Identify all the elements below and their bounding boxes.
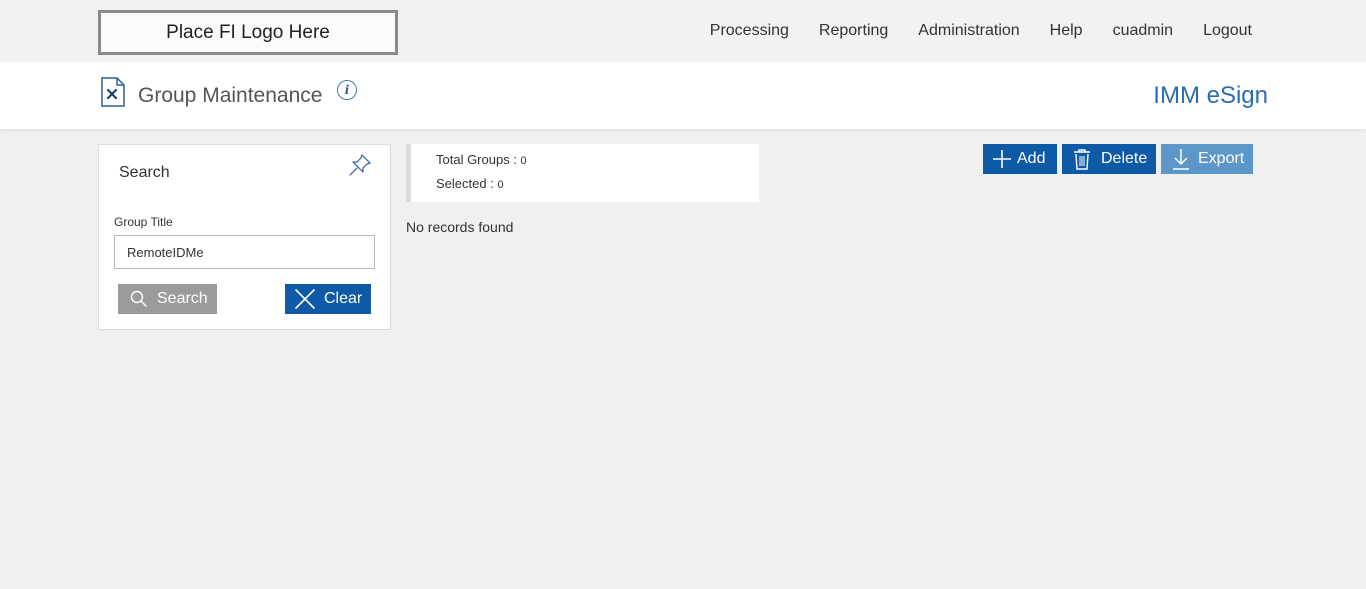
document-settings-icon <box>101 77 125 107</box>
selected-count: Selected : 0 <box>436 176 504 191</box>
download-icon <box>1173 149 1189 170</box>
delete-button[interactable]: Delete <box>1062 144 1156 174</box>
title-bar: Group Maintenance i IMM eSign <box>0 62 1366 129</box>
selected-value: 0 <box>497 179 504 191</box>
nav-logout[interactable]: Logout <box>1203 22 1252 40</box>
export-button-label: Export <box>1198 150 1245 167</box>
total-groups: Total Groups : 0 <box>436 152 527 167</box>
export-button[interactable]: Export <box>1161 144 1253 174</box>
nav-help[interactable]: Help <box>1050 22 1083 40</box>
nav-reporting[interactable]: Reporting <box>819 22 888 40</box>
search-heading: Search <box>119 164 170 181</box>
clear-button-label: Clear <box>324 290 363 307</box>
app-brand: IMM eSign <box>1153 82 1268 109</box>
search-button-label: Search <box>157 290 208 307</box>
add-button[interactable]: Add <box>983 144 1057 174</box>
search-icon <box>130 290 147 307</box>
page-title: Group Maintenance <box>138 84 323 107</box>
add-button-label: Add <box>1017 150 1046 167</box>
search-button[interactable]: Search <box>118 284 217 314</box>
clear-button[interactable]: Clear <box>285 284 371 314</box>
nav-administration[interactable]: Administration <box>918 22 1019 40</box>
delete-button-label: Delete <box>1101 150 1148 167</box>
empty-message: No records found <box>406 219 514 235</box>
group-title-label: Group Title <box>114 215 173 229</box>
main-nav: Processing Reporting Administration Help… <box>710 22 1252 40</box>
summary-panel: Total Groups : 0 Selected : 0 <box>406 144 759 202</box>
close-icon <box>295 289 315 309</box>
nav-processing[interactable]: Processing <box>710 22 789 40</box>
selected-label: Selected : <box>436 176 498 191</box>
total-groups-label: Total Groups : <box>436 152 521 167</box>
info-icon[interactable]: i <box>337 80 357 100</box>
plus-icon <box>993 150 1011 168</box>
search-panel: Search Group Title Search Clear <box>98 144 391 330</box>
nav-user[interactable]: cuadmin <box>1113 22 1173 40</box>
logo-placeholder: Place FI Logo Here <box>98 10 398 55</box>
group-title-input[interactable] <box>114 235 375 269</box>
total-groups-value: 0 <box>520 155 527 167</box>
pin-icon[interactable] <box>348 153 372 177</box>
top-bar: Place FI Logo Here Processing Reporting … <box>0 0 1366 62</box>
trash-icon <box>1074 149 1090 170</box>
